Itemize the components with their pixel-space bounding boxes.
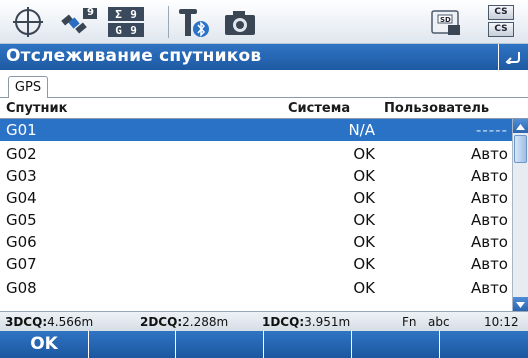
arrow-down-icon xyxy=(516,302,525,308)
satellite-icon[interactable]: 9 xyxy=(56,5,100,39)
info-bar: 3DCQ:4.566m 2DCQ:2.288m 1DCQ:3.951m Fn a… xyxy=(0,311,528,331)
table-row[interactable]: G02 OK Авто xyxy=(0,143,512,165)
sigma-label: Σ xyxy=(115,7,122,21)
dcq1-readout: 1DCQ:3.951m xyxy=(262,315,350,329)
user-setting: Авто xyxy=(470,279,508,297)
satellite-id: G01 xyxy=(6,121,37,139)
system-status: N/A xyxy=(348,121,375,139)
fn-indicator: Fn xyxy=(402,315,417,329)
gps-label: G xyxy=(115,23,122,37)
camera-icon[interactable] xyxy=(222,5,258,39)
column-header-user[interactable]: Пользователь xyxy=(384,101,489,116)
user-setting: Авто xyxy=(470,189,508,207)
dcq3-value: 4.566m xyxy=(47,315,94,329)
column-header-system[interactable]: Система xyxy=(288,101,350,116)
softkey-f2[interactable] xyxy=(89,331,176,358)
cs-mode-icon[interactable]: CS CS xyxy=(488,5,518,39)
system-status: OK xyxy=(353,211,375,229)
dcq1-value: 3.951m xyxy=(304,315,351,329)
dcq1-label: 1DCQ: xyxy=(262,315,305,329)
satellite-id: G02 xyxy=(6,145,37,163)
back-arrow-icon xyxy=(504,52,520,64)
system-status: OK xyxy=(353,189,375,207)
cs-top-label: CS xyxy=(488,5,514,20)
list-scrollbar[interactable] xyxy=(512,119,528,311)
user-setting: Авто xyxy=(470,167,508,185)
satellite-id: G07 xyxy=(6,255,37,273)
gps-value: 9 xyxy=(130,23,137,37)
table-row[interactable]: G06 OK Авто xyxy=(0,231,512,253)
satellite-id: G08 xyxy=(6,279,37,297)
system-status: OK xyxy=(353,167,375,185)
scroll-thumb[interactable] xyxy=(514,135,527,163)
user-setting: Авто xyxy=(470,255,508,273)
satellite-id: G04 xyxy=(6,189,37,207)
table-row[interactable]: G07 OK Авто xyxy=(0,253,512,275)
dcq2-value: 2.288m xyxy=(182,315,229,329)
table-header: Спутник Система Пользователь xyxy=(0,98,528,119)
dcq3-label: 3DCQ: xyxy=(5,315,48,329)
dcq3-readout: 3DCQ:4.566m xyxy=(5,315,93,329)
softkey-f3[interactable] xyxy=(176,331,264,358)
table-row[interactable]: G01 N/A ----- xyxy=(0,119,512,141)
satellite-id: G06 xyxy=(6,233,37,251)
status-bar: 9 Σ9 G9 SD CS CS xyxy=(0,0,528,44)
sd-card-icon[interactable]: SD xyxy=(428,5,464,39)
dcq2-readout: 2DCQ:2.288m xyxy=(140,315,228,329)
table-row[interactable]: G04 OK Авто xyxy=(0,187,512,209)
sigma-counter-icon[interactable]: Σ9 G9 xyxy=(108,7,144,37)
tab-strip: GPS xyxy=(0,70,528,99)
user-setting: ----- xyxy=(475,121,508,139)
crosshair-icon[interactable] xyxy=(8,5,48,39)
satellite-id: G05 xyxy=(6,211,37,229)
system-status: OK xyxy=(353,233,375,251)
tab-gps[interactable]: GPS xyxy=(8,76,48,99)
sd-card-label: SD xyxy=(440,16,451,24)
softkey-f1[interactable]: OK xyxy=(0,331,89,358)
satellite-count-top: 9 xyxy=(87,7,94,18)
cs-bottom-label: CS xyxy=(488,22,514,37)
sigma-value: 9 xyxy=(130,7,137,21)
user-setting: Авто xyxy=(470,233,508,251)
scroll-down-button[interactable] xyxy=(513,297,528,311)
arrow-up-icon xyxy=(516,124,525,130)
clock: 10:12 xyxy=(484,315,519,329)
system-status: OK xyxy=(353,279,375,297)
input-mode-indicator: abc xyxy=(428,315,450,329)
back-button[interactable] xyxy=(498,44,528,70)
title-bar: Отслеживание спутников xyxy=(0,44,528,70)
satellite-id: G03 xyxy=(6,167,37,185)
system-status: OK xyxy=(353,145,375,163)
column-header-satellite[interactable]: Спутник xyxy=(6,101,67,116)
user-setting: Авто xyxy=(470,211,508,229)
antenna-bluetooth-icon[interactable] xyxy=(176,5,210,39)
page-title: Отслеживание спутников xyxy=(6,46,262,66)
system-status: OK xyxy=(353,255,375,273)
softkey-f5[interactable] xyxy=(352,331,440,358)
user-setting: Авто xyxy=(470,145,508,163)
softkey-bar: OK xyxy=(0,331,528,358)
status-separator xyxy=(168,6,169,38)
dcq2-label: 2DCQ: xyxy=(140,315,183,329)
softkey-f4[interactable] xyxy=(264,331,352,358)
table-row[interactable]: G08 OK Авто xyxy=(0,277,512,299)
scroll-up-button[interactable] xyxy=(513,119,528,133)
softkey-f6[interactable] xyxy=(440,331,528,358)
table-row[interactable]: G05 OK Авто xyxy=(0,209,512,231)
table-row[interactable]: G03 OK Авто xyxy=(0,165,512,187)
